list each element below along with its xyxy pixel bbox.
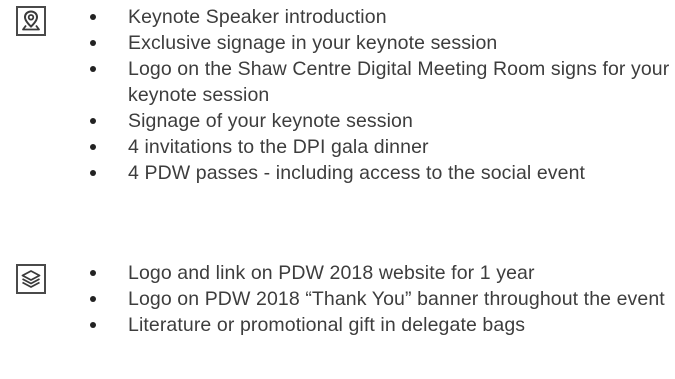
bullet-dot	[90, 170, 96, 176]
list-item-text: 4 invitations to the DPI gala dinner	[128, 136, 429, 158]
list-item: Logo on PDW 2018 “Thank You” banner thro…	[90, 286, 670, 312]
list-item-text: Signage of your keynote session	[128, 110, 413, 132]
list-item-text: 4 PDW passes - including access to the s…	[128, 162, 586, 184]
layers-icon	[16, 264, 46, 294]
list-item-text: Logo and link on PDW 2018 website for 1 …	[128, 262, 535, 284]
benefits-list: Logo and link on PDW 2018 website for 1 …	[90, 260, 670, 338]
list-item: Signage of your keynote session	[90, 108, 670, 134]
bullet-dot	[90, 270, 96, 276]
list-item: Exclusive signage in your keynote sessio…	[90, 30, 670, 56]
list-item: 4 invitations to the DPI gala dinner	[90, 134, 670, 160]
bullet-dot	[90, 14, 96, 20]
list-item: Logo on the Shaw Centre Digital Meeting …	[90, 56, 670, 108]
bullet-dot	[90, 144, 96, 150]
list-item: Logo and link on PDW 2018 website for 1 …	[90, 260, 670, 286]
list-item-text: Literature or promotional gift in delega…	[128, 314, 526, 336]
list-item: Literature or promotional gift in delega…	[90, 312, 670, 338]
bullet-dot	[90, 322, 96, 328]
list-item-text: Logo on PDW 2018 “Thank You” banner thro…	[128, 288, 665, 310]
bullet-dot	[90, 118, 96, 124]
bullet-dot	[90, 296, 96, 302]
list-item: Keynote Speaker introduction	[90, 4, 670, 30]
list-item: 4 PDW passes - including access to the s…	[90, 160, 670, 186]
benefits-list: Keynote Speaker introduction Exclusive s…	[90, 4, 670, 186]
list-item-text: Logo on the Shaw Centre Digital Meeting …	[128, 58, 670, 106]
location-pin-icon	[16, 6, 46, 36]
list-item-text: Exclusive signage in your keynote sessio…	[128, 32, 498, 54]
list-item-text: Keynote Speaker introduction	[128, 6, 387, 28]
bullet-dot	[90, 40, 96, 46]
bullet-dot	[90, 66, 96, 72]
